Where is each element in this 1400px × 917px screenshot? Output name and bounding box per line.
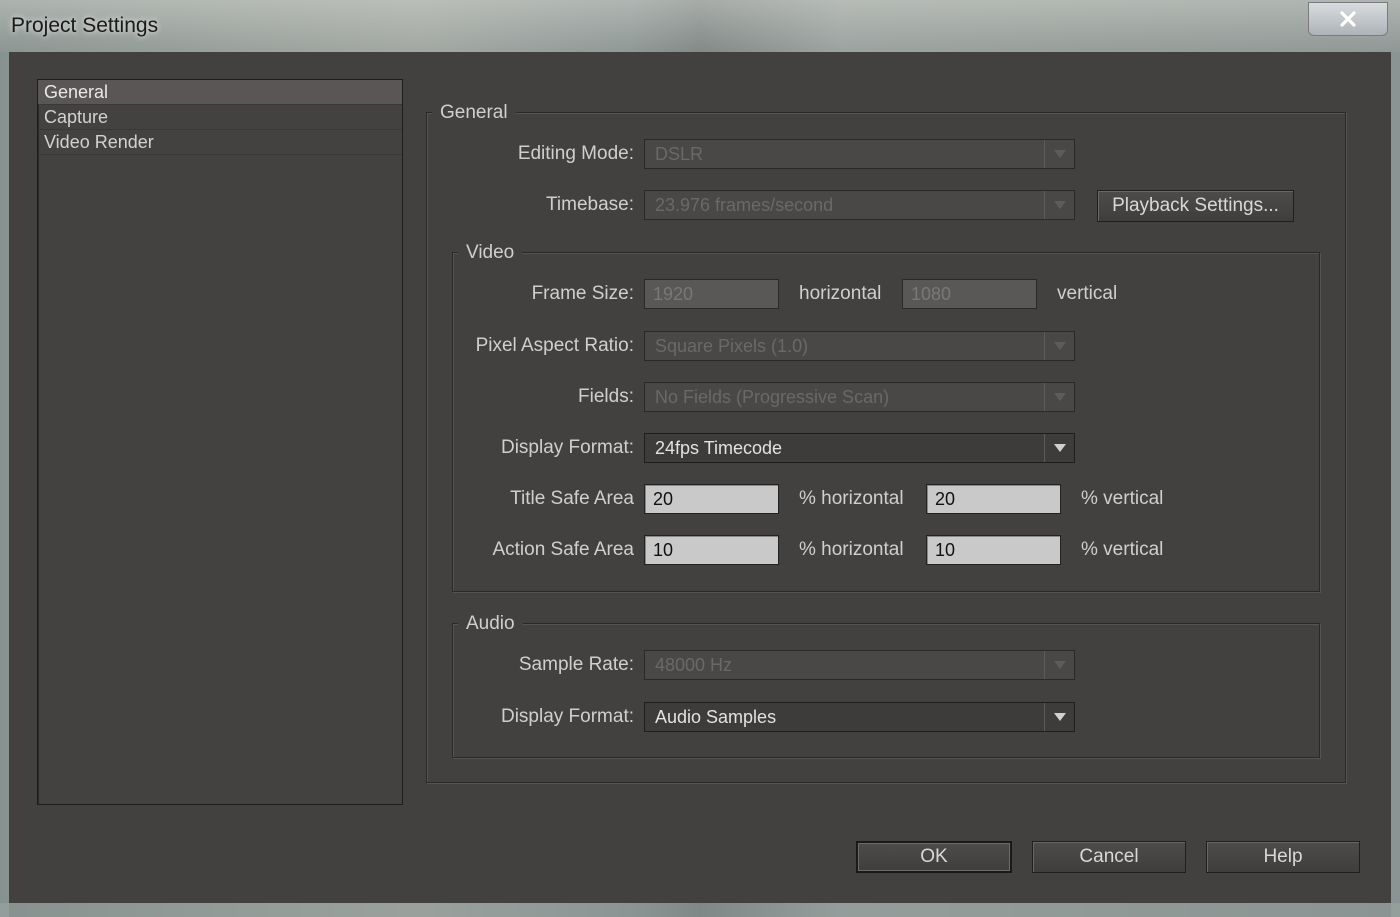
chevron-down-icon [1053,661,1066,669]
sample-rate-value: 48000 Hz [655,654,733,675]
help-button[interactable]: Help [1206,841,1360,873]
chevron-down-icon [1053,713,1066,721]
category-item-general[interactable]: General [38,80,402,105]
chevron-down-icon [1053,342,1066,350]
title-safe-vertical-unit: % vertical [1081,488,1164,509]
sample-rate-label: Sample Rate: [518,654,634,675]
window-frame-left [0,52,9,917]
timebase-select[interactable]: 23.976 frames/second [644,190,1075,220]
timebase-dropdown [1044,191,1074,219]
close-button[interactable] [1308,2,1388,36]
title-safe-horizontal-unit: % horizontal [799,488,904,509]
general-group-title: General [432,102,516,124]
cancel-button[interactable]: Cancel [1032,841,1186,873]
video-group-title: Video [458,242,523,264]
video-display-format-label: Display Format: [500,437,634,458]
close-icon [1340,11,1356,27]
frame-size-label: Frame Size: [531,283,634,304]
chevron-down-icon [1053,201,1066,209]
category-item-capture[interactable]: Capture [38,105,402,130]
pixel-aspect-ratio-value: Square Pixels (1.0) [655,335,809,356]
fields-select[interactable]: No Fields (Progressive Scan) [644,382,1075,412]
frame-vertical-label: vertical [1057,283,1118,304]
audio-display-format-label: Display Format: [500,706,634,727]
frame-horizontal-label: horizontal [799,283,882,304]
playback-settings-button[interactable]: Playback Settings... [1097,190,1294,222]
action-safe-horizontal-field[interactable]: 10 [644,535,779,565]
chevron-down-icon [1053,444,1066,452]
fields-value: No Fields (Progressive Scan) [655,386,890,407]
window-title: Project Settings [11,14,159,37]
audio-display-format-value: Audio Samples [655,706,777,727]
title-safe-horizontal-field[interactable]: 20 [644,484,779,514]
frame-height-field[interactable]: 1080 [902,279,1037,309]
editing-mode-value: DSLR [655,143,704,164]
window-frame-right [1391,52,1400,917]
audio-display-format-select[interactable]: Audio Samples [644,702,1075,732]
audio-group-title: Audio [458,613,523,635]
action-safe-horizontal-unit: % horizontal [799,539,904,560]
pixel-aspect-ratio-dropdown [1044,332,1074,360]
editing-mode-label: Editing Mode: [517,143,634,164]
title-safe-vertical-field[interactable]: 20 [926,484,1061,514]
action-safe-vertical-field[interactable]: 10 [926,535,1061,565]
video-display-format-select[interactable]: 24fps Timecode [644,433,1075,463]
timebase-label: Timebase: [546,194,634,215]
title-bar: Project Settings [0,0,1400,52]
editing-mode-dropdown [1044,140,1074,168]
chevron-down-icon [1053,150,1066,158]
title-safe-area-label: Title Safe Area [510,488,634,509]
action-safe-area-label: Action Safe Area [492,539,634,560]
sample-rate-dropdown [1044,651,1074,679]
chevron-down-icon [1053,393,1066,401]
fields-dropdown [1044,383,1074,411]
pixel-aspect-ratio-select[interactable]: Square Pixels (1.0) [644,331,1075,361]
timebase-value: 23.976 frames/second [655,194,834,215]
ok-button[interactable]: OK [856,841,1012,873]
audio-display-format-dropdown[interactable] [1044,703,1074,731]
audio-group [452,623,1320,758]
editing-mode-select[interactable]: DSLR [644,139,1075,169]
pixel-aspect-ratio-label: Pixel Aspect Ratio: [475,335,634,356]
window-frame-bottom [0,903,1400,917]
frame-width-field[interactable]: 1920 [644,279,779,309]
fields-label: Fields: [578,386,634,407]
category-item-video-render[interactable]: Video Render [38,130,402,155]
category-list[interactable]: General Capture Video Render [37,79,403,805]
action-safe-vertical-unit: % vertical [1081,539,1164,560]
video-display-format-value: 24fps Timecode [655,437,783,458]
video-display-format-dropdown[interactable] [1044,434,1074,462]
sample-rate-select[interactable]: 48000 Hz [644,650,1075,680]
